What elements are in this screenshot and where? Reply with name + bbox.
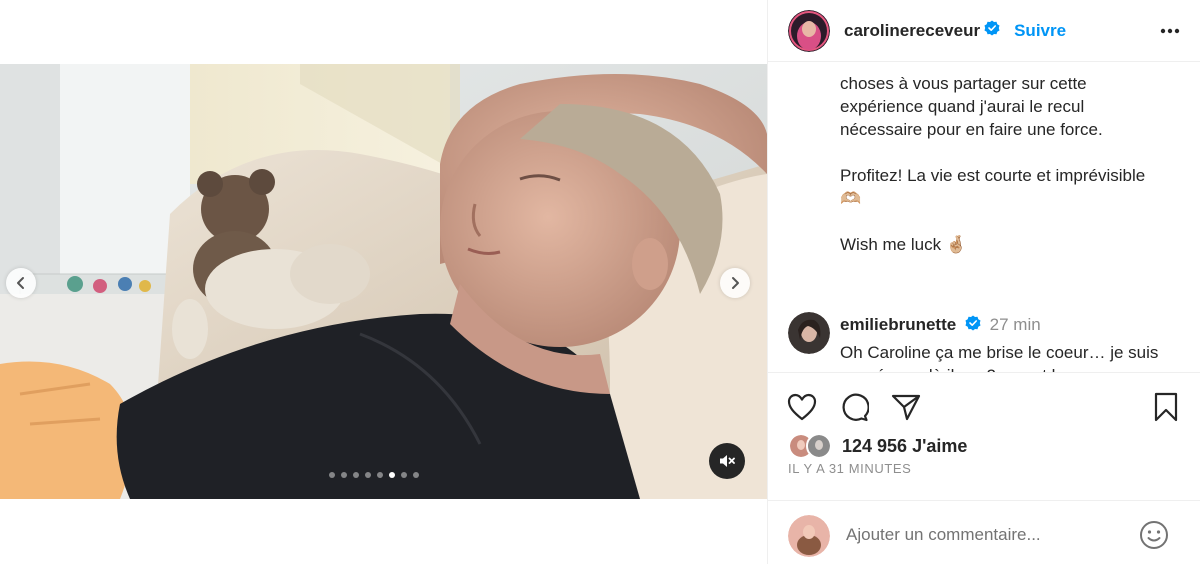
comment-button[interactable] (838, 391, 870, 423)
likes-row[interactable]: 124 956 J'aime (788, 433, 967, 459)
author-username[interactable]: carolinereceveur (844, 21, 980, 41)
likes-count[interactable]: 124 956 J'aime (842, 436, 967, 457)
more-options-button[interactable] (1157, 18, 1183, 44)
bookmark-icon (1154, 392, 1178, 422)
emoji-button[interactable] (1138, 519, 1170, 551)
verified-badge-icon (965, 315, 981, 336)
liker-avatar (806, 433, 832, 459)
carousel-dot (413, 472, 419, 478)
save-button[interactable] (1150, 391, 1182, 423)
comment-input[interactable] (846, 521, 1126, 549)
post-caption: choses à vous partager sur cette expérie… (840, 72, 1160, 279)
post-photo[interactable] (0, 64, 767, 499)
chevron-left-icon (17, 277, 24, 289)
carousel-dot (389, 472, 395, 478)
photo-illustration (0, 64, 767, 499)
carousel-dot (401, 472, 407, 478)
post-header: carolinereceveur Suivre (768, 0, 1200, 62)
speaker-muted-icon (720, 455, 735, 467)
caption-paragraph: choses à vous partager sur cette expérie… (840, 74, 1103, 139)
smiley-icon (1140, 521, 1168, 549)
comment-bubble-icon (842, 393, 869, 422)
commenter-username[interactable]: emiliebrunette (840, 315, 956, 334)
carousel-dot (365, 472, 371, 478)
carousel-dot (329, 472, 335, 478)
more-horizontal-icon (1160, 28, 1180, 34)
current-user-avatar (788, 515, 830, 557)
carousel-prev-button[interactable] (6, 268, 36, 298)
verified-badge-icon (984, 20, 1000, 41)
caption-paragraph: Profitez! La vie est courte et imprévisi… (840, 166, 1146, 208)
post-actions: 124 956 J'aime IL Y A 31 MINUTES (768, 372, 1200, 492)
comment-time[interactable]: 27 min (990, 315, 1041, 334)
post-media (0, 0, 767, 564)
heart-icon (787, 393, 817, 421)
commenter-avatar[interactable] (788, 312, 830, 354)
post-side-panel: carolinereceveur Suivre choses à vous pa… (767, 0, 1200, 564)
post-timestamp[interactable]: IL Y A 31 MINUTES (788, 461, 911, 476)
comments-section[interactable]: choses à vous partager sur cette expérie… (768, 62, 1200, 372)
like-button[interactable] (786, 391, 818, 423)
chevron-right-icon (732, 277, 739, 289)
carousel-dot (341, 472, 347, 478)
add-comment-bar (768, 500, 1200, 564)
author-avatar-image (788, 9, 830, 52)
mute-button[interactable] (709, 443, 745, 479)
carousel-next-button[interactable] (720, 268, 750, 298)
paper-plane-icon (891, 394, 921, 421)
follow-button[interactable]: Suivre (1014, 21, 1066, 41)
share-button[interactable] (890, 391, 922, 423)
carousel-dot (353, 472, 359, 478)
comment-header: emiliebrunette 27 min (840, 315, 1041, 336)
carousel-dots (329, 472, 419, 478)
current-user-avatar-image (788, 515, 830, 557)
commenter-avatar-image (788, 312, 830, 354)
caption-paragraph: Wish me luck 🤞🏼 (840, 235, 967, 254)
comment-text: Oh Caroline ça me brise le coeur… je sui… (840, 343, 1159, 372)
carousel-dot (377, 472, 383, 478)
author-avatar[interactable] (788, 9, 830, 52)
